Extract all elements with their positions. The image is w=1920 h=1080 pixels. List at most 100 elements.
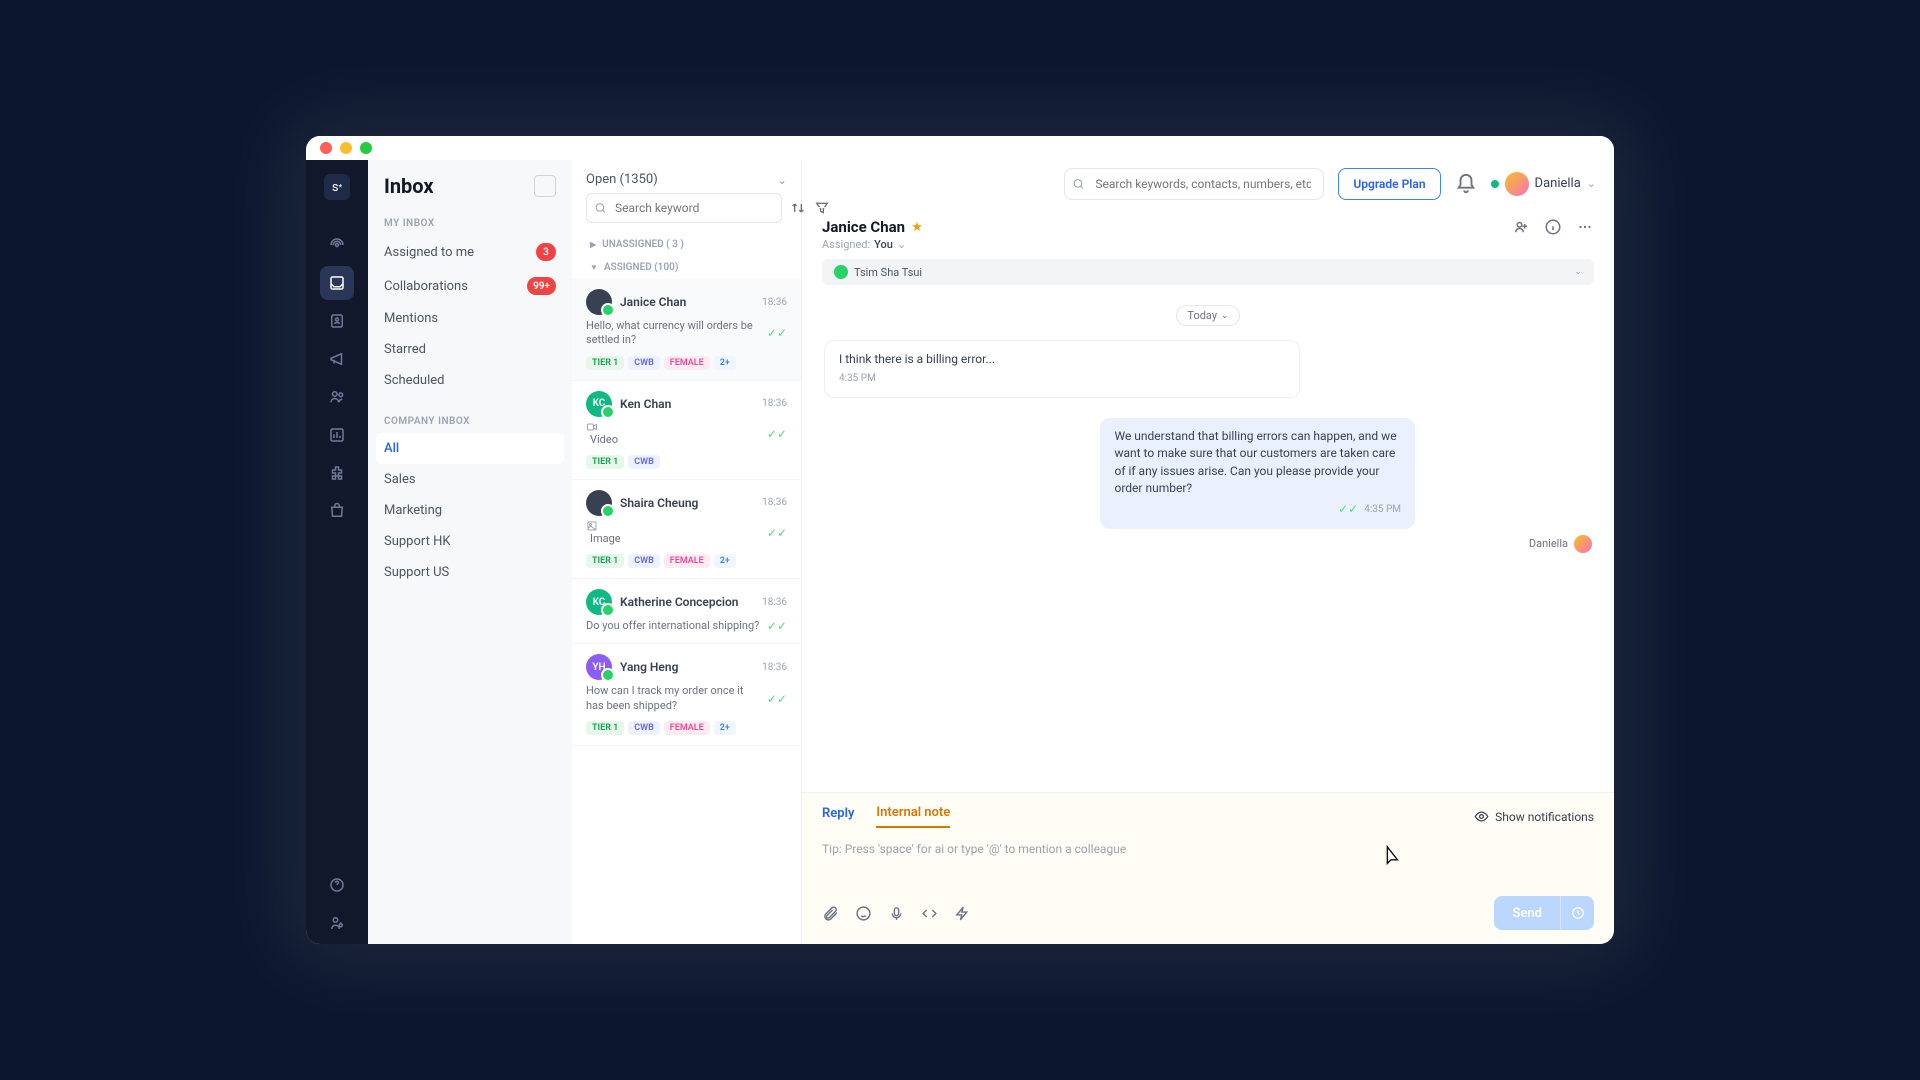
- tag: FEMALE: [664, 554, 710, 568]
- convlist-search-input[interactable]: [586, 193, 782, 223]
- channel-chip[interactable]: Tsim Sha Tsui ⌄: [822, 259, 1594, 285]
- sidebar-item-support-us[interactable]: Support US: [368, 557, 572, 588]
- nav-people-icon[interactable]: [320, 380, 354, 414]
- composer: Reply Internal note Show notifications T…: [802, 792, 1614, 944]
- outgoing-message: We understand that billing errors can ha…: [1100, 418, 1415, 529]
- avatar: [586, 289, 612, 315]
- sidebar-item-starred[interactable]: Starred: [368, 334, 572, 365]
- window-titlebar: [306, 136, 1614, 160]
- avatar: KC: [586, 391, 612, 417]
- group-assigned[interactable]: ▼ASSIGNED (100): [572, 256, 801, 279]
- upgrade-plan-button[interactable]: Upgrade Plan: [1338, 168, 1440, 200]
- message-text: I think there is a billing error...: [839, 351, 1285, 368]
- sidebar-item-scheduled[interactable]: Scheduled: [368, 365, 572, 396]
- message-preview: Hello, what currency will orders be sett…: [586, 319, 761, 348]
- contact-name: Janice Chan: [822, 218, 905, 236]
- composer-tab-reply[interactable]: Reply: [822, 806, 854, 827]
- nav-campaigns-icon[interactable]: [320, 342, 354, 376]
- window-minimize-dot[interactable]: [340, 142, 352, 154]
- delivered-ticks-icon: ✓✓: [767, 692, 787, 706]
- nav-broadcast-icon[interactable]: [320, 228, 354, 262]
- avatar: YH: [586, 654, 612, 680]
- tag: CWB: [628, 455, 660, 469]
- sidebar-item-sales[interactable]: Sales: [368, 464, 572, 495]
- composer-tab-internal-note[interactable]: Internal note: [876, 805, 950, 828]
- user-name: Daniella: [1535, 176, 1581, 191]
- tag: TIER 1: [586, 356, 624, 370]
- tag: TIER 1: [586, 455, 624, 469]
- section-my-inbox-label: MY INBOX: [368, 212, 572, 235]
- sidebar-item-label: Scheduled: [384, 373, 444, 388]
- nav-analytics-icon[interactable]: [320, 418, 354, 452]
- global-search-input[interactable]: [1064, 168, 1324, 200]
- tag: CWB: [628, 356, 660, 370]
- channel-badge-icon: [601, 303, 615, 317]
- tag: TIER 1: [586, 721, 624, 735]
- message-time: 4:35 PM: [1364, 503, 1401, 518]
- sidebar-item-mentions[interactable]: Mentions: [368, 303, 572, 334]
- nav-settings-icon[interactable]: [320, 906, 354, 940]
- nav-help-icon[interactable]: [320, 868, 354, 902]
- composer-input[interactable]: Tip: Press 'space' for ai or type '@' to…: [822, 836, 1594, 890]
- chevron-down-icon: ⌄: [1587, 177, 1596, 190]
- topbar: Upgrade Plan Daniella ⌄: [802, 160, 1614, 208]
- tag: FEMALE: [664, 721, 710, 735]
- timestamp: 18:36: [762, 398, 787, 409]
- global-search: [1064, 168, 1324, 200]
- sender-name: Daniella: [1529, 537, 1568, 550]
- eye-icon: [1474, 809, 1489, 824]
- attachment-icon[interactable]: [822, 905, 839, 922]
- add-participant-icon[interactable]: [1512, 218, 1530, 236]
- app-logo[interactable]: s*: [324, 174, 350, 200]
- video-icon: [586, 421, 761, 433]
- convlist-filter-dropdown[interactable]: Open (1350) ⌄: [572, 160, 801, 193]
- presence-indicator: [1491, 180, 1499, 188]
- delivered-ticks-icon: ✓✓: [767, 326, 787, 340]
- conversation-item[interactable]: KCKen Chan18:36Video✓✓TIER 1CWB: [572, 381, 801, 480]
- search-icon: [594, 202, 607, 215]
- info-icon[interactable]: [1544, 218, 1562, 236]
- window-close-dot[interactable]: [320, 142, 332, 154]
- nav-inbox-icon[interactable]: [320, 266, 354, 300]
- notifications-icon[interactable]: [1455, 173, 1477, 195]
- conversation-item[interactable]: Shaira Cheung18:36Image✓✓TIER 1CWBFEMALE…: [572, 480, 801, 579]
- quick-reply-icon[interactable]: [954, 905, 971, 922]
- avatar: KC: [586, 589, 612, 615]
- chevron-down-icon: ⌄: [1221, 311, 1229, 321]
- convlist-filter-label: Open (1350): [586, 172, 658, 187]
- sidebar-collapse-icon[interactable]: [534, 175, 556, 197]
- sidebar-item-assigned-to-me[interactable]: Assigned to me3: [368, 235, 572, 269]
- sidebar-item-support-hk[interactable]: Support HK: [368, 526, 572, 557]
- contact-name: Janice Chan: [620, 295, 754, 309]
- nav-commerce-icon[interactable]: [320, 494, 354, 528]
- code-icon[interactable]: [921, 905, 938, 922]
- chat-header: Janice Chan ★ Assigned: You ⌄: [802, 208, 1614, 259]
- star-icon[interactable]: ★: [911, 220, 923, 235]
- user-menu[interactable]: Daniella ⌄: [1491, 172, 1596, 196]
- conversation-item[interactable]: KCKatherine Concepcion18:36Do you offer …: [572, 579, 801, 644]
- window-maximize-dot[interactable]: [360, 142, 372, 154]
- microphone-icon[interactable]: [888, 905, 905, 922]
- chevron-down-icon: ⌄: [777, 173, 787, 187]
- send-options-button[interactable]: [1560, 896, 1594, 930]
- show-notifications-toggle[interactable]: Show notifications: [1474, 809, 1594, 824]
- chat-body: Today⌄ I think there is a billing error.…: [802, 285, 1614, 792]
- sidebar-title: Inbox: [384, 174, 434, 198]
- day-separator[interactable]: Today⌄: [1176, 305, 1239, 326]
- contact-name: Yang Heng: [620, 660, 754, 674]
- conversation-item[interactable]: Janice Chan18:36Hello, what currency wil…: [572, 279, 801, 381]
- sidebar-item-all[interactable]: All: [376, 433, 564, 464]
- sidebar-item-marketing[interactable]: Marketing: [368, 495, 572, 526]
- nav-contacts-icon[interactable]: [320, 304, 354, 338]
- conversation-item[interactable]: YHYang Heng18:36How can I track my order…: [572, 644, 801, 746]
- assigned-dropdown[interactable]: Assigned: You ⌄: [822, 238, 923, 251]
- group-unassigned[interactable]: ▶UNASSIGNED ( 3 ): [572, 233, 801, 256]
- emoji-icon[interactable]: [855, 905, 872, 922]
- more-icon[interactable]: [1576, 218, 1594, 236]
- send-button[interactable]: Send: [1494, 896, 1560, 930]
- timestamp: 18:36: [762, 497, 787, 508]
- sidebar-item-collaborations[interactable]: Collaborations99+: [368, 269, 572, 303]
- nav-extensions-icon[interactable]: [320, 456, 354, 490]
- message-preview: How can I track my order once it has bee…: [586, 684, 761, 713]
- channel-badge-icon: [601, 603, 615, 617]
